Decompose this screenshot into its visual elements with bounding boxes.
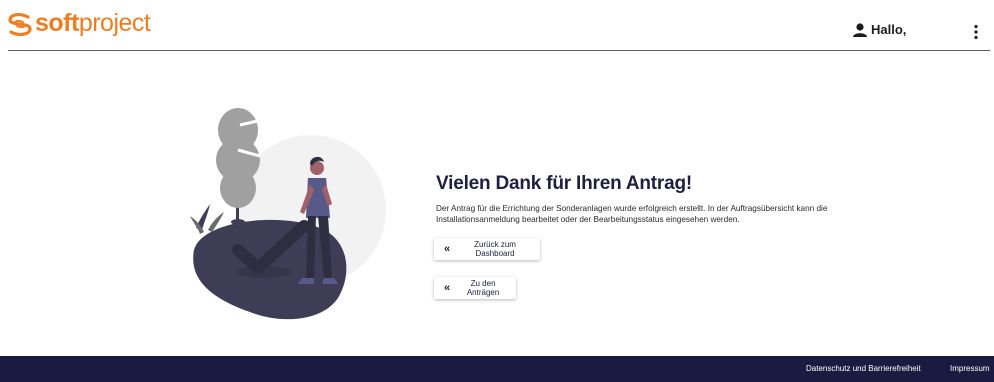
back-to-dashboard-label: Zurück zum Dashboard <box>474 240 516 258</box>
user-greeting: Hallo, <box>871 22 907 37</box>
user-icon <box>853 22 867 37</box>
go-to-applications-button[interactable]: « Zu den Anträgen <box>434 277 516 299</box>
user-menu[interactable]: Hallo, <box>852 22 906 37</box>
footer-link-imprint[interactable]: Impressum <box>950 364 990 373</box>
softproject-logo-icon <box>8 12 32 36</box>
header: soft project Hallo, <box>0 0 994 50</box>
page-title: Vielen Dank für Ihren Antrag! <box>436 173 693 194</box>
footer-link-privacy[interactable]: Datenschutz und Barrierefreiheit <box>806 364 921 373</box>
back-to-dashboard-button[interactable]: « Zurück zum Dashboard <box>434 238 540 260</box>
more-vertical-icon[interactable] <box>966 22 986 42</box>
logo[interactable]: soft project <box>6 9 151 38</box>
footer: Datenschutz und Barrierefreiheit Impress… <box>0 356 994 382</box>
chevrons-left-icon: « <box>444 243 451 255</box>
confirmation-description: Der Antrag für die Errichtung der Sonder… <box>436 204 828 224</box>
go-to-applications-label: Zu den Anträgen <box>466 279 500 297</box>
logo-text-light: project <box>78 9 151 37</box>
confirmation-content: Vielen Dank für Ihren Antrag! Der Antrag… <box>436 173 876 225</box>
logo-text-bold: soft <box>35 9 79 37</box>
header-divider <box>8 50 990 51</box>
chevrons-left-icon: « <box>444 282 451 294</box>
success-illustration <box>190 108 386 320</box>
